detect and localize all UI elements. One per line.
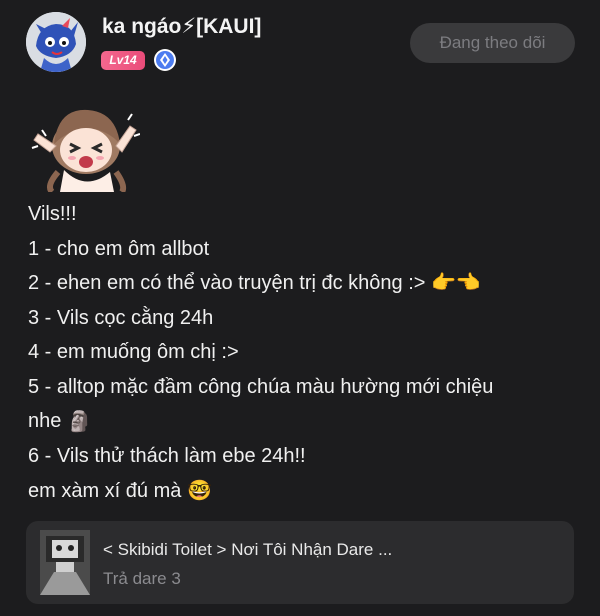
post-line-3: 2 - ehen em có thể vào truyện trị đc khô… — [28, 266, 583, 301]
sticker-image — [28, 100, 141, 195]
verified-diamond-icon — [153, 48, 177, 72]
post-line-9-text: em xàm xí đú mà — [28, 479, 182, 502]
avatar-image — [26, 12, 86, 72]
post-line-3-text: 2 - ehen em có thể vào truyện trị đc khô… — [28, 272, 426, 294]
story-thumbnail — [40, 530, 90, 595]
post-header: ka ngáo⚡[KAUI] Lv14 Đang theo dõi — [0, 0, 600, 90]
post-line-1: Vils!!! — [28, 203, 77, 225]
post-line-4: 3 - Vils cọc cằng 24h — [28, 306, 214, 329]
author-name[interactable]: ka ngáo⚡[KAUI] — [102, 14, 261, 39]
linked-story-card[interactable]: < Skibidi Toilet > Nơi Tôi Nhận Dare ...… — [26, 521, 574, 604]
moai-emoji: 🗿 — [66, 410, 92, 433]
post-line-7: nhe 🗿 — [28, 404, 583, 439]
nerd-face-emoji: 🤓 — [186, 480, 212, 503]
following-button[interactable]: Đang theo dõi — [410, 23, 575, 63]
story-title: < Skibidi Toilet > Nơi Tôi Nhận Dare ... — [103, 540, 393, 559]
post-line-5: 4 - em muống ôm chị :> — [28, 341, 239, 364]
pointing-fingers-emoji-icon: 👉👈 — [431, 266, 481, 301]
post-line-9: em xàm xí đú mà 🤓 — [28, 474, 583, 509]
post-content: Vils!!! 1 - cho em ôm allbot 2 - ehen em… — [28, 197, 583, 509]
story-chapter: Trả dare 3 — [103, 569, 181, 588]
level-badge: Lv14 — [101, 51, 145, 70]
post-line-7-text: nhe — [28, 410, 62, 433]
moai-emoji-icon: 🗿 — [67, 405, 92, 440]
author-avatar[interactable] — [26, 12, 86, 72]
nerd-face-emoji-icon: 🤓 — [187, 474, 212, 509]
post-line-8: 6 - Vils thử thách làm ebe 24h!! — [28, 445, 306, 468]
post-line-2: 1 - cho em ôm allbot — [28, 237, 210, 260]
post-line-6: 5 - alltop mặc đầm công chúa màu hường m… — [28, 375, 494, 398]
pointing-fingers-emoji: 👉👈 — [431, 272, 481, 295]
